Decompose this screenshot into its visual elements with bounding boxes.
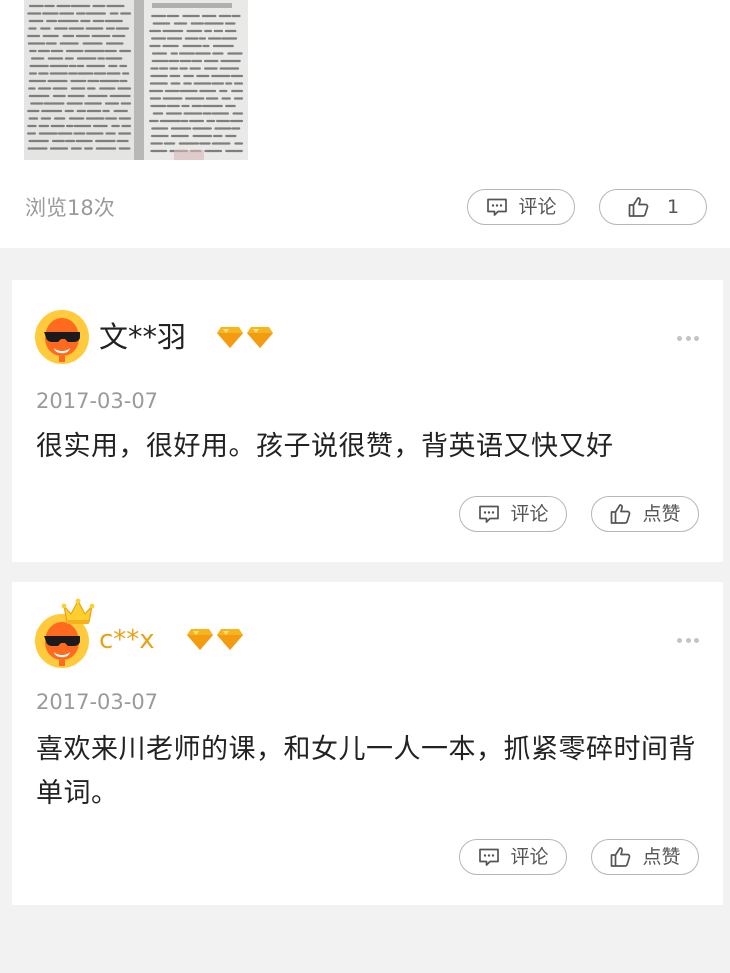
comment-icon [477,502,501,526]
gold-diamond-icon [217,327,243,348]
comment-like-button[interactable]: 点赞 [591,496,699,532]
comment-reply-label: 评论 [510,503,549,525]
more-options-icon[interactable] [677,334,699,342]
page: 浏览18次 评论 1 文**羽 2017-03-07 很实用，很好用。孩子说很赞… [0,0,730,973]
post-comment-label: 评论 [518,196,557,218]
comment-reply-button[interactable]: 评论 [459,839,567,875]
username[interactable]: 文**羽 [99,319,186,355]
comment-reply-label: 评论 [510,846,549,868]
comment-date: 2017-03-07 [36,690,159,714]
gold-diamond-icon [217,629,243,650]
crown-icon [61,598,95,626]
comment-like-label: 点赞 [642,846,681,868]
thumbs-up-icon [627,195,651,219]
comment-like-label: 点赞 [642,503,681,525]
comment-text: 很实用，很好用。孩子说很赞，背英语又快又好 [36,431,614,462]
comment-text: 喜欢来川老师的课，和女儿一人一本，抓紧零碎时间背单词。 [36,734,696,809]
book-photo-graphic [24,0,248,160]
post-like-count: 1 [666,196,680,218]
comment-card: c**x 2017-03-07 喜欢来川老师的课，和女儿一人一本，抓紧零碎时间背… [12,582,723,905]
comment-reply-button[interactable]: 评论 [459,496,567,532]
avatar[interactable] [35,310,89,364]
user-badges [186,627,244,651]
thumbs-up-icon [609,845,633,869]
post-comment-button[interactable]: 评论 [467,189,575,225]
gold-diamond-icon [247,327,273,348]
comment-card: 文**羽 2017-03-07 很实用，很好用。孩子说很赞，背英语又快又好 评论… [12,280,723,562]
post-card: 浏览18次 评论 1 [0,0,730,248]
comment-date: 2017-03-07 [36,389,159,413]
comment-like-button[interactable]: 点赞 [591,839,699,875]
post-like-button[interactable]: 1 [599,189,707,225]
comment-icon [485,195,509,219]
view-count: 浏览18次 [25,196,115,220]
user-badges [216,325,274,349]
post-image[interactable] [24,0,248,160]
username[interactable]: c**x [99,622,155,658]
comment-icon [477,845,501,869]
thumbs-up-icon [609,502,633,526]
gold-diamond-icon [187,629,213,650]
more-options-icon[interactable] [677,636,699,644]
